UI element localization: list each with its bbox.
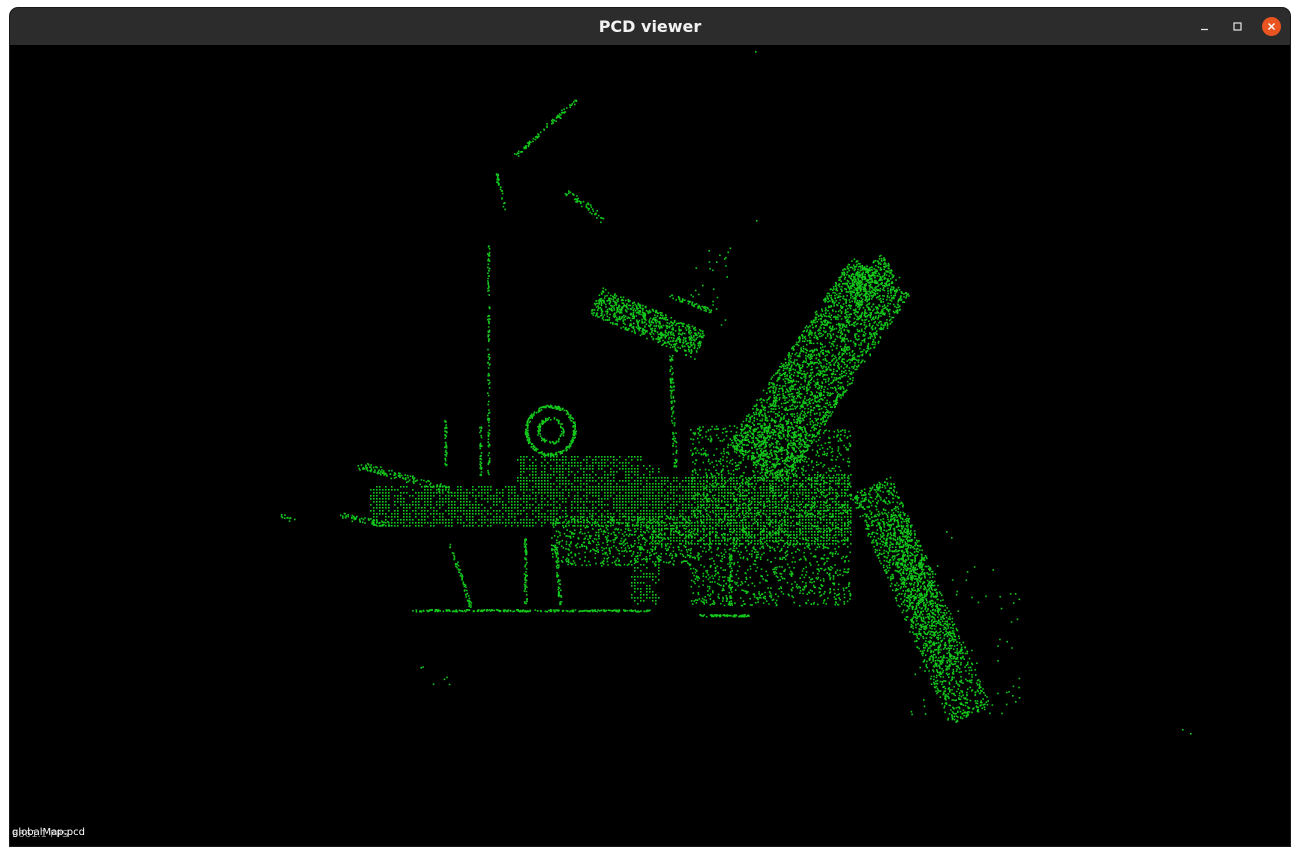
minimize-icon xyxy=(1201,28,1208,31)
close-button[interactable] xyxy=(1262,17,1281,36)
pcd-viewer-window: PCD viewer 6861.1 FPS globalMap.pcd xyxy=(10,8,1290,846)
cloud-name-label: globalMap.pcd xyxy=(12,827,85,838)
minimize-button[interactable] xyxy=(1195,17,1214,36)
close-icon xyxy=(1268,23,1275,30)
window-title: PCD viewer xyxy=(598,17,702,36)
point-cloud-points xyxy=(280,51,1192,735)
point-cloud-viewport[interactable]: 6861.1 FPS globalMap.pcd xyxy=(10,45,1290,846)
title-bar[interactable]: PCD viewer xyxy=(10,8,1290,46)
maximize-button[interactable] xyxy=(1228,17,1247,36)
point-cloud xyxy=(280,51,1192,735)
maximize-icon xyxy=(1233,22,1242,31)
